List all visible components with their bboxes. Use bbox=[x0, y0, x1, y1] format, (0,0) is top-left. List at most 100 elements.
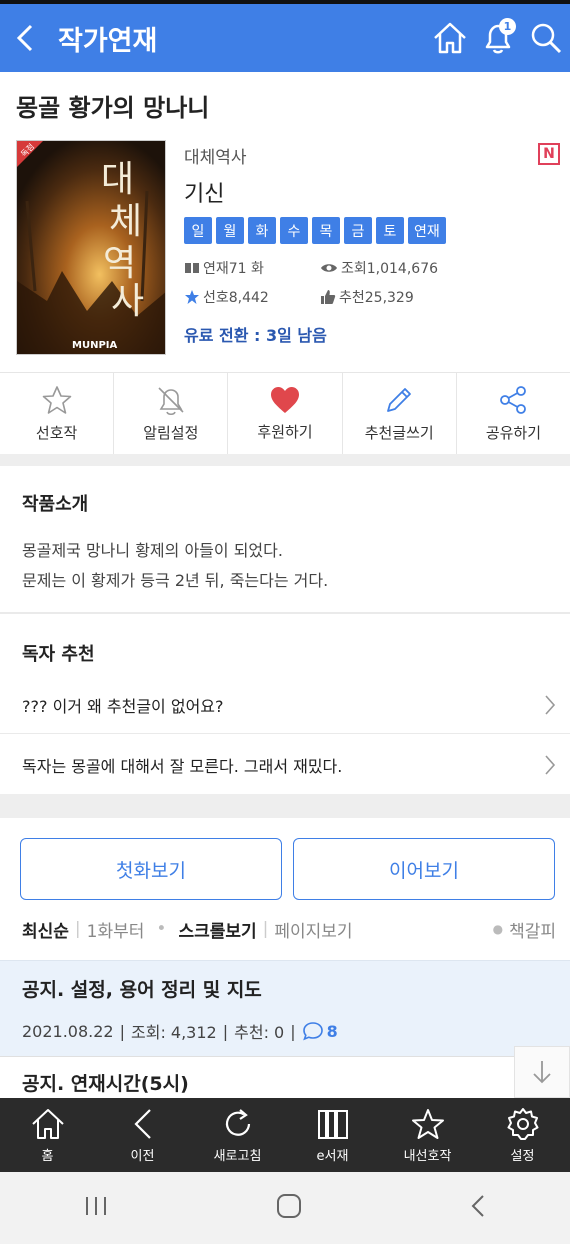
search-icon bbox=[531, 23, 562, 54]
favorite-count: 선호8,442 bbox=[184, 287, 320, 307]
nav-library[interactable]: e서재 bbox=[285, 1098, 380, 1172]
episode-row[interactable]: 공지. 연재시간(5시) bbox=[0, 1056, 570, 1100]
day-badge: 월 bbox=[216, 217, 244, 244]
paid-conversion-notice: 유료 전환 : 3일 남음 bbox=[184, 326, 327, 345]
separator: | bbox=[74, 919, 81, 939]
cover-title-char: 체 bbox=[109, 201, 142, 242]
nav-my-favorites[interactable]: 내선호작 bbox=[380, 1098, 475, 1172]
day-badge: 화 bbox=[248, 217, 276, 244]
separator: | bbox=[290, 1021, 296, 1041]
write-recommendation-button[interactable]: 추천글쓰기 bbox=[343, 373, 457, 454]
author-name[interactable]: 기신 bbox=[184, 176, 224, 208]
favorite-button[interactable]: 선호작 bbox=[0, 373, 115, 454]
day-badge: 금 bbox=[344, 217, 372, 244]
nav-back[interactable]: 이전 bbox=[95, 1098, 190, 1172]
episode-title: 공지. 연재시간(5시) bbox=[22, 1073, 189, 1095]
intro-heading: 작품소개 bbox=[22, 494, 89, 515]
chevron-right-icon bbox=[545, 755, 556, 775]
sort-options: 최신순 | 1화부터 • 스크롤보기 | 페이지보기 ● 책갈피 bbox=[22, 915, 556, 943]
episode-comments: 8 bbox=[326, 1021, 338, 1041]
view-count: 조회1,014,676 bbox=[320, 258, 438, 278]
reader-rec-item[interactable]: ??? 이거 왜 추천글이 없어요? bbox=[0, 676, 570, 734]
star-icon bbox=[411, 1108, 444, 1139]
day-badge: 토 bbox=[376, 217, 404, 244]
arrow-down-icon bbox=[533, 1061, 551, 1084]
nav-settings[interactable]: 설정 bbox=[475, 1098, 570, 1172]
new-badge: N bbox=[538, 143, 560, 165]
cover-publisher: MUNPIA bbox=[72, 340, 117, 351]
serial-days: 일 월 화 수 목 금 토 연재 bbox=[184, 217, 446, 244]
recommend-count: 추천25,329 bbox=[320, 287, 414, 307]
divider bbox=[0, 612, 570, 614]
bottom-navigation: 홈 이전 새로고침 e서재 내선호작 설정 bbox=[0, 1098, 570, 1172]
section-divider bbox=[0, 454, 570, 466]
home-icon bbox=[31, 1108, 64, 1139]
system-home-icon bbox=[276, 1194, 301, 1218]
pencil-icon bbox=[387, 388, 412, 412]
action-bar: 선호작 알림설정 후원하기 추천글쓰기 공유하기 bbox=[0, 372, 570, 454]
reader-rec-heading: 독자 추천 bbox=[22, 644, 95, 665]
notification-count-badge: 1 bbox=[499, 18, 516, 35]
share-icon bbox=[500, 386, 527, 414]
day-badge: 일 bbox=[184, 217, 212, 244]
notification-button[interactable]: 1 bbox=[474, 4, 522, 72]
refresh-icon bbox=[225, 1108, 250, 1136]
episode-row[interactable]: 공지. 설정, 용어 정리 및 지도 2021.08.22 | 조회: 4,31… bbox=[0, 960, 570, 1056]
page-view-option[interactable]: 페이지보기 bbox=[274, 917, 352, 942]
stats-row-2: 선호8,442 추천25,329 bbox=[184, 287, 414, 307]
bell-off-icon bbox=[158, 387, 184, 416]
system-home-button[interactable] bbox=[276, 1193, 302, 1223]
continue-reading-button[interactable]: 이어보기 bbox=[293, 838, 555, 900]
home-icon bbox=[434, 22, 466, 54]
sponsor-button[interactable]: 후원하기 bbox=[228, 373, 343, 454]
separator: | bbox=[119, 1021, 125, 1041]
nav-home[interactable]: 홈 bbox=[0, 1098, 95, 1172]
cover-title-char: 사 bbox=[111, 281, 144, 322]
system-back-button[interactable] bbox=[469, 1193, 487, 1223]
system-navigation-bar bbox=[0, 1172, 570, 1244]
book-icon bbox=[185, 263, 199, 273]
thumbs-up-icon bbox=[321, 290, 336, 304]
dot-separator: • bbox=[156, 919, 167, 939]
first-episode-button[interactable]: 첫화보기 bbox=[20, 838, 282, 900]
scroll-down-button[interactable] bbox=[514, 1046, 570, 1098]
eye-icon bbox=[321, 264, 337, 272]
gear-icon bbox=[507, 1107, 538, 1140]
system-back-icon bbox=[471, 1195, 484, 1217]
back-icon bbox=[133, 1108, 151, 1139]
separator: | bbox=[222, 1021, 229, 1041]
page-title: 작가연재 bbox=[58, 25, 158, 57]
recent-apps-button[interactable] bbox=[83, 1195, 109, 1221]
app-header: 작가연재 1 bbox=[0, 4, 570, 72]
heart-icon bbox=[271, 387, 299, 413]
episode-meta: 2021.08.22 | 조회: 4,312 | 추천: 0 | 8 bbox=[22, 1019, 338, 1043]
sort-from-first[interactable]: 1화부터 bbox=[87, 917, 145, 942]
chevron-left-icon bbox=[16, 24, 33, 52]
intro-text: 몽골제국 망나니 황제의 아들이 되었다. 문제는 이 황제가 등극 2년 뒤,… bbox=[22, 536, 328, 596]
episode-count: 연재71 화 bbox=[184, 258, 320, 278]
reader-rec-item[interactable]: 독자는 몽골에 대해서 잘 모른다. 그래서 재밌다. bbox=[0, 736, 570, 794]
cover-title-char: 역 bbox=[103, 243, 136, 284]
dot-icon: ● bbox=[492, 922, 504, 936]
home-button[interactable] bbox=[426, 4, 474, 72]
day-badge: 목 bbox=[312, 217, 340, 244]
chevron-right-icon bbox=[545, 695, 556, 715]
library-icon bbox=[317, 1109, 348, 1139]
genre-label[interactable]: 대체역사 bbox=[184, 143, 247, 168]
nav-refresh[interactable]: 새로고침 bbox=[190, 1098, 285, 1172]
episode-title: 공지. 설정, 용어 정리 및 지도 bbox=[22, 979, 262, 1001]
sort-latest[interactable]: 최신순 bbox=[22, 917, 69, 942]
search-button[interactable] bbox=[522, 4, 570, 72]
intro-line: 몽골제국 망나니 황제의 아들이 되었다. bbox=[22, 541, 283, 560]
scroll-view-option[interactable]: 스크롤보기 bbox=[178, 917, 256, 942]
share-button[interactable]: 공유하기 bbox=[457, 373, 570, 454]
book-cover: 독점 대 체 역 사 MUNPIA bbox=[16, 140, 166, 355]
episode-date: 2021.08.22 bbox=[22, 1021, 114, 1041]
intro-line: 문제는 이 황제가 등극 2년 뒤, 죽는다는 거다. bbox=[22, 571, 329, 590]
back-button[interactable] bbox=[0, 4, 50, 72]
cover-title-char: 대 bbox=[101, 159, 134, 200]
work-title: 몽골 황가의 망나니 bbox=[16, 94, 210, 122]
bookmark-button[interactable]: ● 책갈피 bbox=[493, 917, 556, 942]
recent-apps-icon bbox=[86, 1197, 107, 1215]
notification-setting-button[interactable]: 알림설정 bbox=[114, 373, 229, 454]
